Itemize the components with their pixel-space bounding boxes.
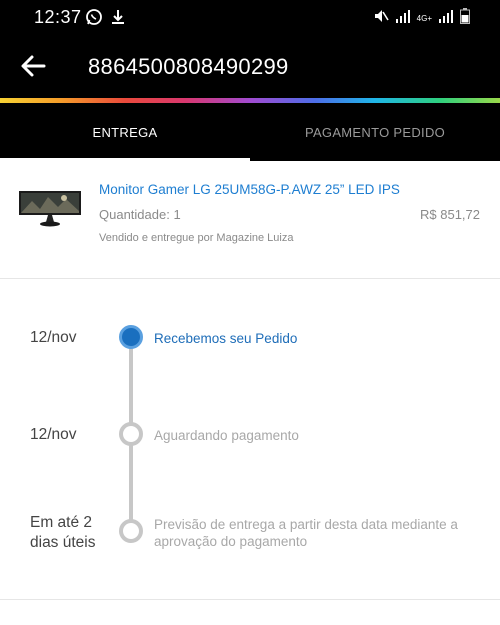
bottom-spacer — [0, 601, 500, 625]
product-card[interactable]: Monitor Gamer LG 25UM58G-P.AWZ 25” LED I… — [0, 161, 500, 279]
status-right-icons: 4G+ — [373, 8, 470, 29]
product-quantity: Quantidade: 1 — [99, 207, 181, 222]
status-left-icons — [85, 8, 125, 31]
battery-icon — [460, 8, 470, 29]
product-name[interactable]: Monitor Gamer LG 25UM58G-P.AWZ 25” LED I… — [99, 182, 400, 197]
whatsapp-icon — [85, 8, 103, 31]
tab-bar: ENTREGA PAGAMENTO PEDIDO — [0, 103, 500, 161]
product-price: R$ 851,72 — [420, 207, 480, 222]
status-bar: 12:37 4G+ — [0, 0, 500, 34]
timeline-label-1: Recebemos seu Pedido — [154, 331, 298, 346]
timeline-step-done-icon — [119, 325, 143, 349]
download-icon — [111, 9, 125, 30]
timeline-label-3: Previsão de entrega a partir desta data … — [154, 517, 458, 549]
order-number-title: 8864500808490299 — [88, 54, 289, 79]
signal-icon-2 — [438, 9, 454, 28]
timeline-date-3: Em até 2 dias úteis — [30, 514, 96, 551]
delivery-timeline: 12/nov Recebemos seu Pedido 12/nov Aguar… — [0, 279, 500, 600]
status-time: 12:37 — [34, 7, 82, 27]
timeline-label-2: Aguardando pagamento — [154, 428, 299, 443]
mute-icon — [373, 8, 389, 29]
back-button[interactable] — [18, 52, 50, 80]
product-image — [18, 187, 82, 231]
network-type-label: 4G+ — [416, 13, 432, 23]
timeline-step-pending-icon-2 — [119, 519, 143, 543]
tab-entrega[interactable]: ENTREGA — [0, 103, 250, 161]
timeline-date-2: 12/nov — [30, 426, 77, 443]
product-seller: Vendido e entregue por Magazine Luiza — [99, 232, 294, 244]
tab-pagamento-pedido[interactable]: PAGAMENTO PEDIDO — [250, 103, 500, 161]
arrow-left-icon — [18, 55, 50, 84]
timeline-date-1: 12/nov — [30, 329, 77, 346]
app-bar: 8864500808490299 — [0, 34, 500, 98]
signal-icon — [395, 9, 411, 28]
timeline-step-pending-icon — [119, 422, 143, 446]
